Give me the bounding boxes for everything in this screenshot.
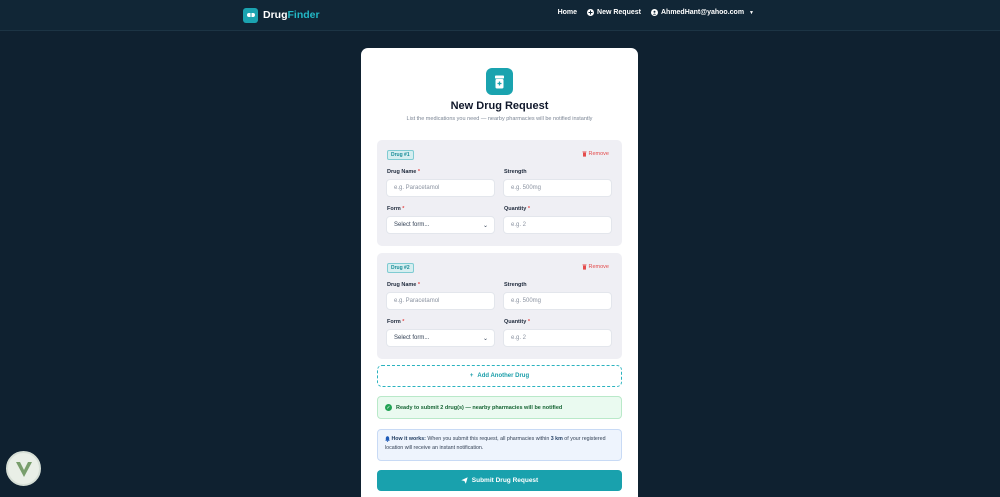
strength-input[interactable]: e.g. 500mg [503, 292, 612, 310]
quantity-label: Quantity * [504, 319, 530, 325]
submit-label: Submit Drug Request [471, 477, 539, 484]
form-label: Form * [387, 319, 405, 325]
info-text-before: When you submit this request, all pharma… [425, 436, 551, 442]
ready-text: Ready to submit 2 drug(s) — nearby pharm… [396, 404, 563, 411]
trash-icon [582, 264, 587, 270]
info-distance: 3 km [550, 436, 563, 442]
chevron-down-icon: ▼ [749, 9, 754, 16]
remove-drug-button[interactable]: Remove [582, 151, 609, 157]
check-circle-icon: ✓ [385, 404, 392, 411]
add-drug-button[interactable]: + Add Another Drug [377, 365, 622, 387]
remove-label: Remove [588, 264, 609, 270]
page-title: New Drug Request [450, 100, 549, 112]
strength-label: Strength [504, 169, 527, 175]
remove-drug-button[interactable]: Remove [582, 264, 609, 270]
plus-icon: + [469, 373, 474, 379]
pill-logo-icon [243, 7, 258, 23]
drug-name-label: Drug Name * [387, 282, 421, 288]
request-card: New Drug Request List the medications yo… [361, 48, 638, 497]
nav-new-request-label: New Request [597, 9, 641, 16]
drug-badge: Drug #1 [387, 150, 414, 160]
trash-icon [582, 151, 587, 157]
user-icon [650, 9, 658, 16]
ready-status: ✓ Ready to submit 2 drug(s) — nearby pha… [377, 396, 622, 419]
form-label: Form * [387, 206, 405, 212]
submit-button[interactable]: Submit Drug Request [377, 470, 622, 491]
nav-home-link[interactable]: Home [558, 9, 577, 16]
chevron-down-icon: ⌄ [482, 335, 488, 342]
page-subtitle: List the medications you need — nearby p… [406, 116, 593, 122]
strength-label: Strength [504, 282, 527, 288]
bell-icon [385, 435, 390, 442]
user-email: AhmedHant@yahoo.com [660, 9, 745, 16]
send-icon [461, 477, 468, 484]
chevron-down-icon: ⌄ [482, 222, 488, 229]
brand-name-part2: Finder [287, 9, 320, 21]
navbar: DrugFinder Home New Request AhmedHant@ya… [0, 0, 1000, 31]
form-select[interactable]: Select form... ⌄ [386, 329, 495, 347]
form-select-value: Select form... [394, 222, 430, 228]
drug-name-label: Drug Name * [387, 169, 421, 175]
nav-links: Home New Request AhmedHant@yahoo.com ▼ [558, 9, 754, 16]
strength-input[interactable]: e.g. 500mg [503, 179, 612, 197]
quantity-input[interactable]: e.g. 2 [503, 329, 612, 347]
quantity-input[interactable]: e.g. 2 [503, 216, 612, 234]
plus-circle-icon [587, 9, 595, 16]
brand[interactable]: DrugFinder [243, 7, 320, 23]
form-select[interactable]: Select form... ⌄ [386, 216, 495, 234]
drug-entry: Drug #2 Remove Drug Name * e.g. Paraceta… [377, 253, 622, 359]
drug-name-input[interactable]: e.g. Paracetamol [386, 292, 495, 310]
drug-badge: Drug #2 [387, 263, 414, 273]
form-select-value: Select form... [394, 335, 430, 341]
nav-new-request-link[interactable]: New Request [587, 9, 641, 16]
watermark-logo-icon [6, 451, 41, 486]
quantity-label: Quantity * [504, 206, 530, 212]
remove-label: Remove [588, 151, 609, 157]
drug-name-input[interactable]: e.g. Paracetamol [386, 179, 495, 197]
brand-name-part1: Drug [263, 9, 288, 21]
pill-bottle-icon [486, 68, 513, 95]
add-drug-label: Add Another Drug [477, 373, 530, 379]
info-heading: How it works: [391, 436, 426, 442]
user-menu[interactable]: AhmedHant@yahoo.com ▼ [650, 9, 754, 16]
drug-entry: Drug #1 Remove Drug Name * e.g. Paraceta… [377, 140, 622, 246]
info-box: How it works: When you submit this reque… [377, 429, 622, 461]
